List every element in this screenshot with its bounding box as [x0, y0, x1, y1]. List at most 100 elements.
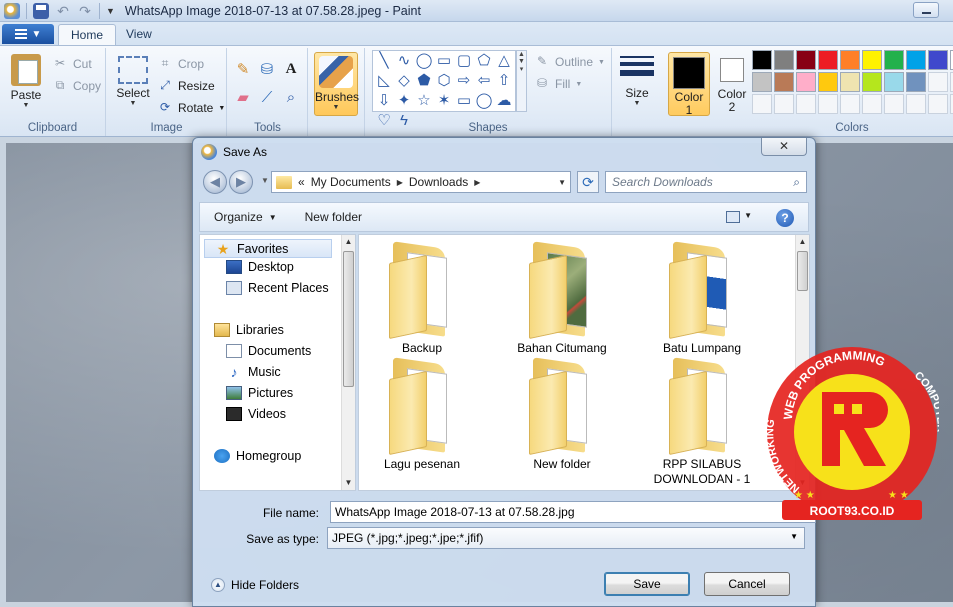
color1-button[interactable]: Color 1: [668, 52, 710, 117]
refresh-icon[interactable]: ⟳: [577, 171, 599, 193]
scroll-up-icon[interactable]: ▲: [796, 235, 809, 249]
palette-swatch[interactable]: [774, 72, 794, 92]
file-name-input[interactable]: WhatsApp Image 2018-07-13 at 07.58.28.jp…: [330, 501, 816, 523]
breadcrumb-downloads[interactable]: Downloads: [409, 175, 468, 189]
nav-item-homegroup[interactable]: Homegroup: [200, 449, 301, 463]
breadcrumb-my-documents[interactable]: My Documents: [311, 175, 391, 189]
tab-home[interactable]: Home: [58, 24, 117, 45]
down-arrow-icon[interactable]: ⇩: [375, 92, 393, 110]
scroll-down-icon[interactable]: ▼: [342, 476, 355, 490]
shapes-scroll[interactable]: ▲ ▼ ▾: [516, 50, 527, 112]
four-point-star-icon[interactable]: ✦: [395, 92, 413, 110]
search-icon[interactable]: ⌕: [793, 175, 800, 190]
recent-pages-icon[interactable]: ▼: [261, 176, 269, 185]
folder-item[interactable]: Backup: [367, 241, 477, 356]
palette-swatch[interactable]: [818, 72, 838, 92]
palette-swatch[interactable]: [884, 50, 904, 70]
palette-swatch[interactable]: [796, 72, 816, 92]
pencil-icon[interactable]: ✎: [232, 58, 254, 80]
folder-item[interactable]: New folder: [507, 357, 617, 472]
rotate-button[interactable]: ⟳ Rotate ▼: [157, 100, 225, 116]
folder-item[interactable]: Lagu pesenan: [367, 357, 477, 472]
nav-scrollbar[interactable]: ▲ ▼: [341, 235, 355, 490]
paste-button[interactable]: Paste ▼: [6, 50, 46, 110]
hexagon-icon[interactable]: ⬡: [435, 72, 453, 90]
help-icon[interactable]: ?: [776, 209, 794, 227]
callout-rect-icon[interactable]: ▭: [455, 92, 473, 110]
text-tool-icon[interactable]: A: [280, 58, 302, 80]
new-folder-button[interactable]: New folder: [305, 210, 362, 224]
palette-swatch[interactable]: [906, 72, 926, 92]
nav-item-videos[interactable]: Videos: [200, 407, 286, 421]
close-button[interactable]: ✕: [761, 138, 807, 156]
scroll-up-icon[interactable]: ▲: [342, 235, 355, 249]
left-arrow-icon[interactable]: ⇦: [475, 72, 493, 90]
pentagon-icon[interactable]: ⬟: [415, 72, 433, 90]
save-icon[interactable]: [33, 2, 49, 19]
palette-swatch[interactable]: [796, 50, 816, 70]
oval-icon[interactable]: ◯: [415, 52, 433, 70]
nav-item-pictures[interactable]: Pictures: [200, 386, 293, 400]
outline-button[interactable]: ✎ Outline ▼: [534, 54, 605, 70]
palette-swatch[interactable]: [818, 50, 838, 70]
right-arrow-icon[interactable]: ⇨: [455, 72, 473, 90]
palette-swatch[interactable]: [884, 72, 904, 92]
chevron-down-icon[interactable]: ▼: [744, 211, 752, 220]
paint-app-icon[interactable]: [4, 2, 20, 19]
save-button[interactable]: Save: [604, 572, 690, 596]
line-icon[interactable]: ╲: [375, 52, 393, 70]
search-input[interactable]: Search Downloads ⌕: [605, 171, 807, 193]
palette-swatch[interactable]: [906, 50, 926, 70]
crop-button[interactable]: ⌗ Crop: [157, 56, 204, 72]
palette-swatch[interactable]: [796, 94, 816, 114]
folder-item[interactable]: Batu Lumpang: [647, 241, 757, 356]
fill-bucket-icon[interactable]: ⛁: [256, 58, 278, 80]
forward-icon[interactable]: ▶: [229, 170, 253, 194]
select-button[interactable]: Select ▼: [113, 50, 153, 108]
right-triangle-icon[interactable]: ◺: [375, 72, 393, 90]
palette-swatch[interactable]: [862, 72, 882, 92]
palette-swatch[interactable]: [818, 94, 838, 114]
up-arrow-icon[interactable]: ⇧: [495, 72, 513, 90]
palette-swatch[interactable]: [928, 50, 948, 70]
folder-item[interactable]: RPP SILABUS DOWNLODAN - 1: [647, 357, 757, 487]
rectangle-icon[interactable]: ▭: [435, 52, 453, 70]
triangle-icon[interactable]: △: [495, 52, 513, 70]
breadcrumb-arrow-icon[interactable]: ▶: [474, 178, 480, 187]
palette-swatch[interactable]: [862, 50, 882, 70]
nav-item-favorites[interactable]: ★ Favorites: [204, 239, 332, 258]
diamond-icon[interactable]: ◇: [395, 72, 413, 90]
palette-swatch[interactable]: [840, 50, 860, 70]
cut-button[interactable]: ✂ Cut: [52, 56, 92, 72]
polygon-icon[interactable]: ⬠: [475, 52, 493, 70]
palette-swatch[interactable]: [752, 50, 772, 70]
folder-item[interactable]: Bahan Citumang: [507, 241, 617, 356]
rounded-rectangle-icon[interactable]: ▢: [455, 52, 473, 70]
nav-item-music[interactable]: ♪ Music: [200, 365, 281, 379]
undo-icon[interactable]: ↶: [55, 3, 71, 19]
back-icon[interactable]: ◀: [203, 170, 227, 194]
nav-item-desktop[interactable]: Desktop: [200, 260, 294, 274]
color-picker-icon[interactable]: ⟋: [256, 86, 278, 108]
scroll-thumb[interactable]: [797, 251, 808, 291]
copy-button[interactable]: ⧉ Copy: [52, 78, 101, 94]
fill-button[interactable]: ⛁ Fill ▼: [534, 76, 582, 92]
breadcrumb-prefix[interactable]: «: [298, 175, 305, 189]
magnifier-icon[interactable]: ⌕: [280, 86, 302, 108]
palette-swatch[interactable]: [840, 72, 860, 92]
nav-item-documents[interactable]: Documents: [200, 344, 311, 358]
customize-toolbar-icon[interactable]: ▼: [106, 6, 115, 16]
address-bar[interactable]: « My Documents ▶ Downloads ▶ ▼: [271, 171, 571, 193]
change-view-icon[interactable]: [726, 211, 740, 223]
callout-cloud-icon[interactable]: ☁: [495, 92, 513, 110]
curve-icon[interactable]: ∿: [395, 52, 413, 70]
hide-folders-toggle[interactable]: ▲ Hide Folders: [211, 578, 299, 592]
save-type-select[interactable]: JPEG (*.jpg;*.jpeg;*.jpe;*.jfif) ▼: [327, 527, 805, 549]
cancel-button[interactable]: Cancel: [704, 572, 790, 596]
paint-menu-button[interactable]: ▼: [2, 24, 54, 44]
six-point-star-icon[interactable]: ✶: [435, 92, 453, 110]
palette-swatch[interactable]: [928, 72, 948, 92]
nav-item-libraries[interactable]: Libraries: [200, 323, 284, 337]
tab-view[interactable]: View: [114, 24, 164, 45]
palette-swatch[interactable]: [884, 94, 904, 114]
